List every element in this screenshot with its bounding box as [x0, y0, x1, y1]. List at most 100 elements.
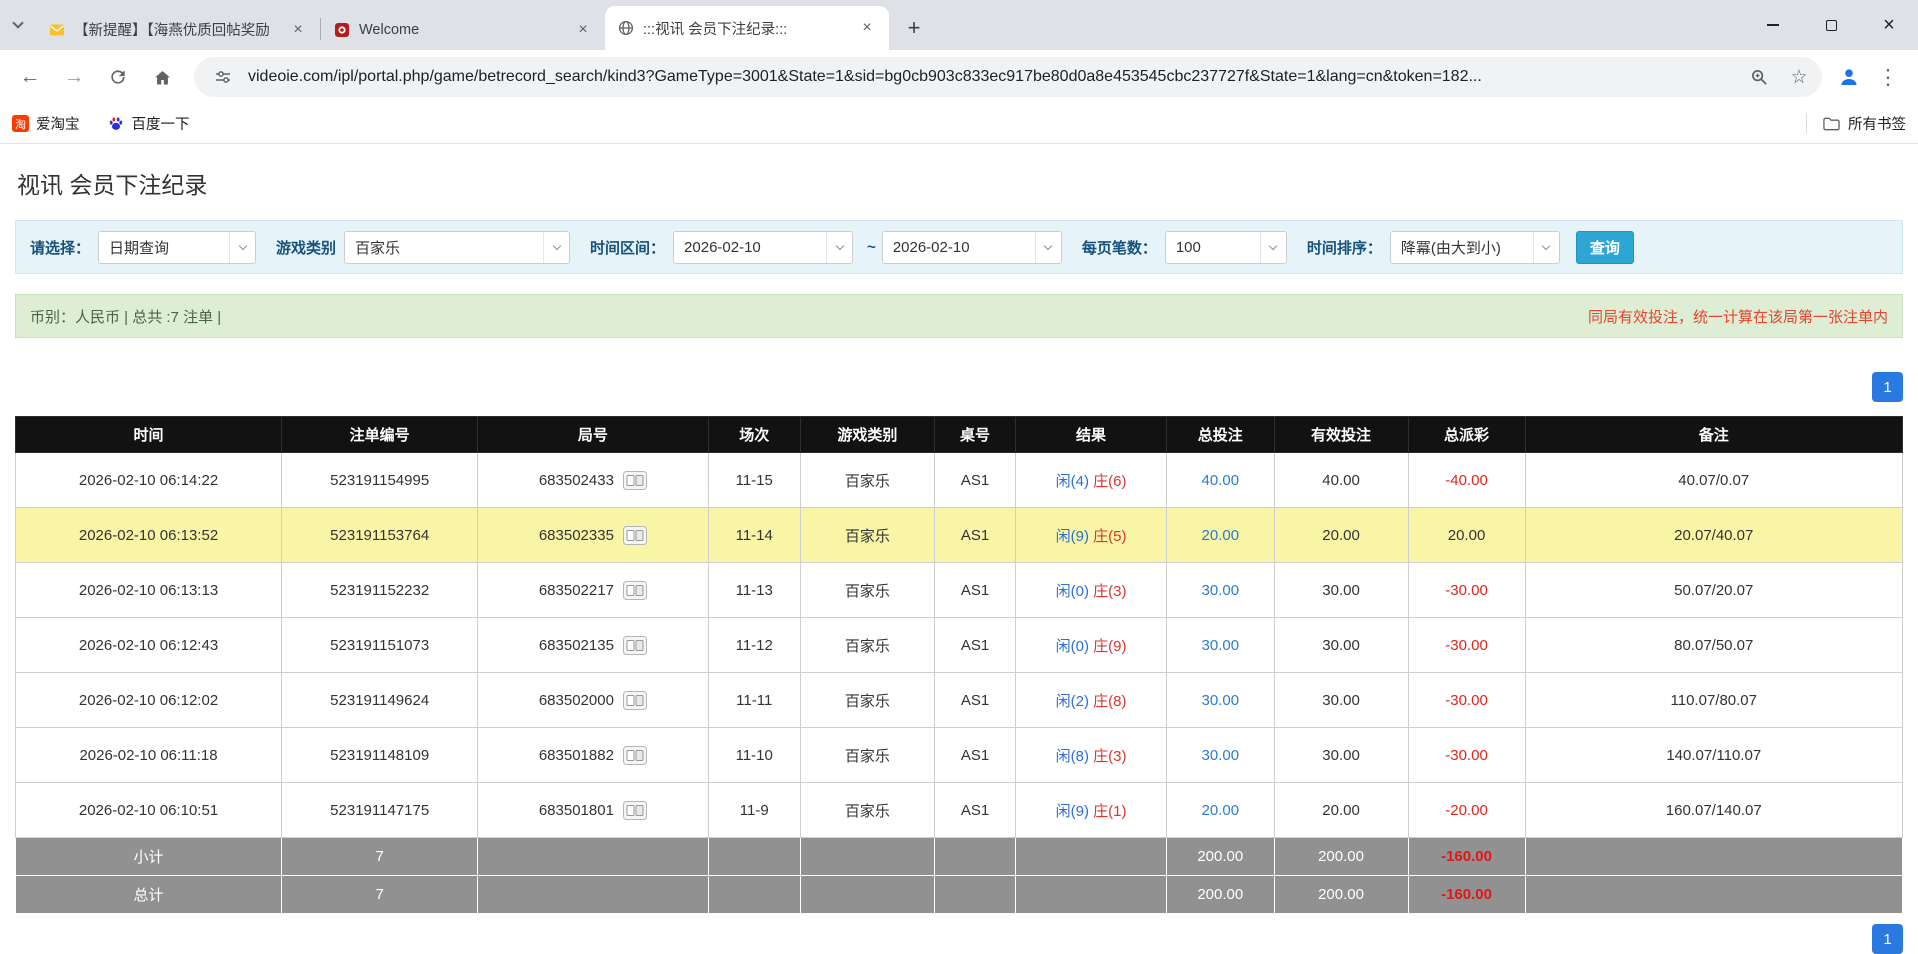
notice-text: 同局有效投注，统一计算在该局第一张注单内: [1588, 306, 1888, 327]
forward-button[interactable]: →: [54, 57, 94, 97]
result-player: 闲(4): [1056, 473, 1089, 490]
home-button[interactable]: [142, 57, 182, 97]
cell-total-bet: 20.00: [1167, 783, 1275, 838]
url-text[interactable]: videoie.com/ipl/portal.php/game/betrecor…: [248, 68, 1734, 86]
globe-favicon-icon: [617, 20, 634, 37]
cell-payout: -30.00: [1408, 563, 1525, 618]
tab-close-icon[interactable]: ×: [857, 18, 877, 38]
cell-round-id: 683501801: [478, 783, 708, 838]
result-banker: 庄(3): [1093, 748, 1126, 765]
cell-game-type: 百家乐: [800, 618, 934, 673]
cell-note: 80.07/50.07: [1525, 618, 1902, 673]
summary-empty: [1016, 876, 1167, 914]
sort-select[interactable]: 降冪(由大到小): [1390, 231, 1560, 264]
folder-icon: [1823, 115, 1840, 132]
cell-total-bet: 30.00: [1167, 728, 1275, 783]
game-replay-icon[interactable]: [623, 471, 647, 490]
game-replay-icon[interactable]: [623, 746, 647, 765]
tab-title: 【新提醒】【海燕优质回帖奖励: [74, 19, 279, 40]
game-type-select[interactable]: 百家乐: [344, 231, 570, 264]
cell-result: 闲(9) 庄(5): [1016, 508, 1167, 563]
game-replay-icon[interactable]: [623, 581, 647, 600]
query-type-select[interactable]: 日期查询: [98, 231, 256, 264]
summary-empty: [800, 876, 934, 914]
result-player: 闲(2): [1056, 693, 1089, 710]
bet-records-table: 时间 注单编号 局号 场次 游戏类别 桌号 结果 总投注 有效投注 总派彩 备注…: [15, 416, 1903, 914]
taobao-icon: 淘: [12, 115, 29, 132]
cell-game-type: 百家乐: [800, 508, 934, 563]
game-replay-icon[interactable]: [623, 636, 647, 655]
cell-total-bet: 30.00: [1167, 673, 1275, 728]
address-bar[interactable]: videoie.com/ipl/portal.php/game/betrecor…: [194, 57, 1822, 97]
maximize-button[interactable]: [1802, 0, 1860, 50]
summary-label: 小计: [16, 838, 282, 876]
cell-result: 闲(0) 庄(9): [1016, 618, 1167, 673]
table-header: 时间 注单编号 局号 场次 游戏类别 桌号 结果 总投注 有效投注 总派彩 备注: [16, 417, 1903, 453]
cell-table-no: AS1: [934, 728, 1015, 783]
col-header-table-no: 桌号: [934, 417, 1015, 453]
cell-session: 11-14: [708, 508, 800, 563]
new-tab-button[interactable]: +: [899, 13, 929, 43]
per-page-select[interactable]: 100: [1165, 231, 1287, 264]
cell-session: 11-10: [708, 728, 800, 783]
browser-tab-1[interactable]: 【新提醒】【海燕优质回帖奖励 ×: [36, 9, 320, 50]
tab-close-icon[interactable]: ×: [573, 20, 593, 40]
round-id-text: 683502000: [539, 692, 614, 709]
page-number-button[interactable]: 1: [1872, 372, 1903, 402]
table-row: 2026-02-10 06:13:13523191152232683502217…: [16, 563, 1903, 618]
game-replay-icon[interactable]: [623, 691, 647, 710]
cell-table-no: AS1: [934, 508, 1015, 563]
browser-tab-active[interactable]: :::视讯 会员下注纪录::: ×: [605, 6, 889, 50]
cell-round-id: 683502135: [478, 618, 708, 673]
zoom-icon[interactable]: [1744, 62, 1774, 92]
cell-table-no: AS1: [934, 563, 1015, 618]
cell-bet-id: 523191153764: [282, 508, 478, 563]
date-range-label: 时间区间：: [590, 237, 665, 258]
round-id-text: 683502217: [539, 582, 614, 599]
minimize-button[interactable]: [1744, 0, 1802, 50]
cell-time: 2026-02-10 06:13:13: [16, 563, 282, 618]
game-replay-icon[interactable]: [623, 801, 647, 820]
summary-empty: [934, 876, 1015, 914]
close-window-button[interactable]: ×: [1860, 0, 1918, 50]
reload-button[interactable]: [98, 57, 138, 97]
cell-table-no: AS1: [934, 673, 1015, 728]
site-info-tune-icon[interactable]: [208, 62, 238, 92]
chevron-down-icon: [826, 232, 852, 263]
page-title: 视讯 会员下注纪录: [17, 166, 1903, 200]
browser-tab-strip: 【新提醒】【海燕优质回帖奖励 × Welcome × :::视讯 会员下注纪录:…: [0, 0, 1918, 50]
browser-tab-2[interactable]: Welcome ×: [321, 9, 605, 50]
result-player: 闲(0): [1056, 583, 1089, 600]
bookmark-taobao[interactable]: 淘 爱淘宝: [12, 113, 80, 134]
cell-result: 闲(2) 庄(8): [1016, 673, 1167, 728]
profile-avatar-icon[interactable]: [1834, 62, 1864, 92]
all-bookmarks-button[interactable]: 所有书签: [1806, 113, 1906, 134]
col-header-bet-id: 注单编号: [282, 417, 478, 453]
tab-title: :::视讯 会员下注纪录:::: [643, 18, 848, 39]
summary-label: 总计: [16, 876, 282, 914]
date-to-select[interactable]: 2026-02-10: [882, 231, 1062, 264]
cell-bet-id: 523191151073: [282, 618, 478, 673]
cell-session: 11-12: [708, 618, 800, 673]
result-banker: 庄(6): [1093, 473, 1126, 490]
bookmark-star-icon[interactable]: ☆: [1784, 62, 1814, 92]
round-id-text: 683502433: [539, 472, 614, 489]
cell-bet-id: 523191147175: [282, 783, 478, 838]
per-page-label: 每页笔数：: [1082, 237, 1157, 258]
search-button[interactable]: 查询: [1576, 231, 1634, 264]
chevron-down-icon: [543, 232, 569, 263]
date-from-select[interactable]: 2026-02-10: [673, 231, 853, 264]
summary-empty: [708, 876, 800, 914]
summary-total-bet: 200.00: [1167, 838, 1275, 876]
back-button[interactable]: ←: [10, 57, 50, 97]
game-replay-icon[interactable]: [623, 526, 647, 545]
browser-menu-icon[interactable]: ⋮: [1868, 57, 1908, 97]
result-banker: 庄(9): [1093, 638, 1126, 655]
cell-total-bet: 40.00: [1167, 453, 1275, 508]
cell-session: 11-9: [708, 783, 800, 838]
tab-strip-chevron-icon[interactable]: [0, 0, 36, 50]
summary-valid-bet: 200.00: [1274, 876, 1408, 914]
summary-empty: [934, 838, 1015, 876]
bookmark-baidu[interactable]: 百度一下: [108, 113, 190, 134]
tab-close-icon[interactable]: ×: [288, 20, 308, 40]
